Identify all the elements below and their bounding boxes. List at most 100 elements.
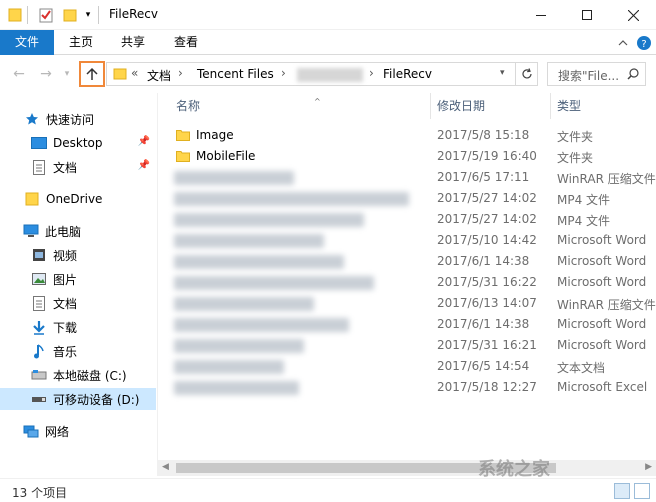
- file-name-redacted: [174, 360, 284, 374]
- file-row[interactable]: 2017/6/5 17:11 WinRAR 压缩文件: [158, 167, 656, 188]
- breadcrumb-documents[interactable]: 文档: [147, 67, 171, 84]
- back-button[interactable]: ←: [9, 65, 29, 83]
- file-date: 2017/5/31 16:21: [437, 338, 537, 352]
- column-header-date[interactable]: 修改日期: [437, 93, 547, 119]
- separator: [98, 6, 99, 24]
- pin-icon[interactable]: 📌: [138, 136, 150, 147]
- sidebar-item-removable-drive[interactable]: 可移动设备 (D:): [0, 388, 156, 410]
- file-row[interactable]: 2017/5/18 12:27 Microsoft Excel: [158, 377, 656, 398]
- sidebar-item-documents-quick[interactable]: 文档 📌: [0, 156, 156, 178]
- file-date: 2017/5/31 16:22: [437, 275, 537, 289]
- sidebar-item-documents[interactable]: 文档: [0, 292, 156, 314]
- address-bar[interactable]: « 文档 › Tencent Files › › FileRecv ▾: [106, 62, 538, 86]
- file-row[interactable]: 2017/6/1 14:38 Microsoft Word: [158, 251, 656, 272]
- breadcrumb-overflow[interactable]: «: [131, 66, 138, 80]
- maximize-button[interactable]: [564, 0, 610, 30]
- file-date: 2017/5/27 14:02: [437, 212, 537, 226]
- sidebar-item-label: 本地磁盘 (C:): [53, 368, 127, 383]
- file-row[interactable]: 2017/6/13 14:07 WinRAR 压缩文件: [158, 293, 656, 314]
- up-button[interactable]: [79, 61, 105, 87]
- file-name: Image: [196, 128, 234, 142]
- tab-home[interactable]: 主页: [58, 30, 104, 55]
- music-icon: [31, 343, 47, 359]
- sidebar-item-label: 此电脑: [45, 224, 82, 239]
- file-row[interactable]: 2017/5/27 14:02 MP4 文件: [158, 209, 656, 230]
- column-header-type[interactable]: 类型: [557, 93, 647, 119]
- watermark: 系统之家: [478, 459, 550, 480]
- tab-share[interactable]: 共享: [110, 30, 156, 55]
- breadcrumb-separator: ›: [178, 66, 183, 80]
- file-date: 2017/6/1 14:38: [437, 317, 530, 331]
- sidebar-item-label: 下载: [53, 320, 78, 335]
- video-icon: [31, 247, 47, 263]
- file-date: 2017/5/10 14:42: [437, 233, 537, 247]
- folder-icon: [176, 151, 190, 162]
- document-icon: [31, 159, 47, 175]
- refresh-button[interactable]: [515, 63, 537, 85]
- column-divider[interactable]: [550, 93, 551, 119]
- sidebar-item-desktop[interactable]: Desktop 📌: [0, 132, 156, 154]
- properties-icon[interactable]: [38, 6, 54, 24]
- file-name-redacted: [174, 276, 374, 290]
- address-dropdown-icon[interactable]: ▾: [500, 68, 505, 78]
- file-row[interactable]: 2017/5/31 16:22 Microsoft Word: [158, 272, 656, 293]
- file-row[interactable]: 2017/5/31 16:21 Microsoft Word: [158, 335, 656, 356]
- file-type: 文件夹: [557, 130, 594, 144]
- file-name-redacted: [174, 171, 294, 185]
- back-icon: ←: [13, 66, 25, 82]
- file-row[interactable]: 2017/5/27 14:02 MP4 文件: [158, 188, 656, 209]
- sidebar-item-label: 文档: [53, 296, 78, 311]
- close-button[interactable]: [610, 0, 656, 30]
- sidebar-item-local-disk[interactable]: 本地磁盘 (C:): [0, 364, 156, 386]
- file-name: MobileFile: [196, 149, 256, 163]
- forward-button[interactable]: →: [36, 65, 56, 83]
- file-name-cell: MobileFile: [176, 149, 255, 163]
- column-divider[interactable]: [430, 93, 431, 119]
- sidebar-item-this-pc[interactable]: 此电脑: [0, 220, 156, 242]
- breadcrumb-redacted[interactable]: [297, 68, 363, 82]
- file-row[interactable]: 2017/6/1 14:38 Microsoft Word: [158, 314, 656, 335]
- file-name-redacted: [174, 213, 364, 227]
- sidebar-item-music[interactable]: 音乐: [0, 340, 156, 362]
- column-header-name[interactable]: ^ 名称: [176, 93, 426, 119]
- help-icon[interactable]: ?: [636, 35, 652, 51]
- window-title: FileRecv: [109, 7, 158, 21]
- minimize-icon: [536, 14, 546, 16]
- recent-locations-button[interactable]: ▾: [60, 65, 74, 83]
- sidebar-item-label: 快速访问: [46, 112, 95, 127]
- details-view-icon[interactable]: [614, 483, 630, 499]
- scroll-right-icon[interactable]: ▶: [645, 462, 652, 472]
- tab-view[interactable]: 查看: [163, 30, 209, 55]
- file-row[interactable]: Image 2017/5/8 15:18 文件夹: [158, 125, 656, 146]
- search-icon[interactable]: [627, 68, 639, 80]
- sidebar-item-videos[interactable]: 视频: [0, 244, 156, 266]
- minimize-button[interactable]: [518, 0, 564, 30]
- sidebar-item-network[interactable]: 网络: [0, 420, 156, 442]
- download-icon: [31, 319, 47, 335]
- horizontal-scrollbar[interactable]: ◀ ▶: [158, 460, 656, 476]
- file-row[interactable]: 2017/5/10 14:42 Microsoft Word: [158, 230, 656, 251]
- sidebar-item-label: 可移动设备 (D:): [53, 392, 140, 407]
- sidebar-item-quick-access[interactable]: 快速访问: [0, 108, 156, 130]
- scroll-left-icon[interactable]: ◀: [162, 462, 169, 472]
- folder-icon: [113, 68, 127, 80]
- expand-ribbon-icon[interactable]: [615, 35, 631, 51]
- large-icons-view-icon[interactable]: [634, 483, 650, 499]
- sidebar-item-pictures[interactable]: 图片: [0, 268, 156, 290]
- sidebar-item-onedrive[interactable]: OneDrive: [0, 188, 156, 210]
- search-placeholder: 搜索"File...: [558, 69, 620, 83]
- file-row[interactable]: 2017/6/5 14:54 文本文档: [158, 356, 656, 377]
- new-folder-icon[interactable]: [62, 6, 78, 24]
- tab-file[interactable]: 文件: [0, 30, 54, 55]
- customize-toolbar-icon[interactable]: ▾: [82, 6, 94, 24]
- breadcrumb-filerecv[interactable]: FileRecv: [383, 67, 432, 81]
- file-name-redacted: [174, 255, 344, 269]
- file-row[interactable]: MobileFile 2017/5/19 16:40 文件夹: [158, 146, 656, 167]
- file-type: Microsoft Word: [557, 233, 647, 247]
- breadcrumb-tencent-files[interactable]: Tencent Files: [197, 67, 274, 81]
- navigation-bar: ← → ▾ « 文档 › Tencent Files › › FileRecv …: [0, 55, 656, 93]
- file-type: 文件夹: [557, 151, 594, 165]
- sidebar-item-downloads[interactable]: 下载: [0, 316, 156, 338]
- pin-icon[interactable]: 📌: [138, 160, 150, 171]
- search-input[interactable]: 搜索"File...: [547, 62, 646, 86]
